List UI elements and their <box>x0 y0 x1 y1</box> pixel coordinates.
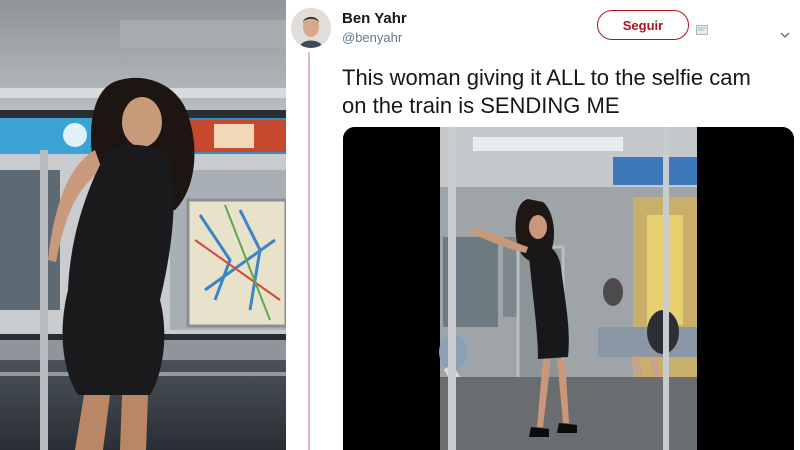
notification-icon[interactable] <box>696 22 708 35</box>
follow-button[interactable]: Seguir <box>597 10 689 40</box>
selfie-photo <box>0 0 286 450</box>
tweet-text: This woman giving it ALL to the selfie c… <box>342 65 751 118</box>
tweet-card: Ben Yahr @benyahr Seguir This woman givi… <box>286 0 800 450</box>
chevron-down-icon[interactable] <box>780 26 790 39</box>
avatar[interactable] <box>291 8 331 48</box>
author-name[interactable]: Ben Yahr <box>342 10 407 27</box>
tweet-video[interactable] <box>343 127 794 450</box>
thread-line <box>308 52 310 450</box>
author-handle[interactable]: @benyahr <box>342 30 402 45</box>
